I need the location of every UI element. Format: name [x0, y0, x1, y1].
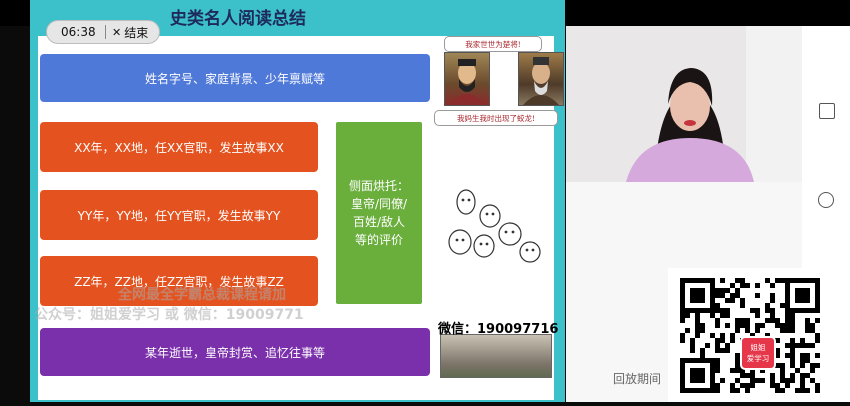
qr-badge-line-1: 姐姐 — [750, 343, 766, 352]
playback-timer[interactable]: 06:38 ✕ 结束 — [46, 20, 160, 44]
side-line-4: 等的评价 — [354, 233, 403, 247]
qr-badge-line-2: 爱学习 — [746, 354, 770, 363]
end-button-label[interactable]: 结束 — [124, 24, 148, 41]
summary-row-death: 某年逝世，皇帝封赏、追忆往事等 — [40, 328, 430, 376]
speech-bubble-bottom: 我妈生我时出现了蛟龙! — [434, 110, 558, 126]
portrait-image-left — [444, 52, 490, 106]
close-icon[interactable]: ✕ — [112, 26, 121, 39]
summary-row-event-yy: YY年，YY地，任YY官职，发生故事YY — [40, 190, 318, 240]
qr-code — [668, 268, 838, 402]
replay-notice: 回放期间 — [613, 372, 662, 386]
qr-logo-badge: 姐姐 爱学习 — [740, 336, 776, 370]
wechat-contact: 微信：190097716 — [438, 322, 559, 337]
portrait-image-right — [518, 52, 564, 106]
recent-apps-icon[interactable] — [819, 103, 835, 119]
teacher-webcam-video — [566, 26, 802, 182]
summary-row-event-xx: XX年，XX地，任XX官职，发生故事XX — [40, 122, 318, 172]
watermark-line-2: 公众号：姐姐爱学习 或 微信：19009771 — [34, 307, 304, 323]
slide-title: 史类名人阅读总结 — [170, 9, 306, 29]
speech-bubble-top: 我家世世为楚将! — [444, 36, 542, 52]
crowd-illustration — [440, 180, 546, 270]
elapsed-time: 06:38 — [61, 25, 96, 39]
side-line-1: 侧面烘托： — [348, 179, 409, 193]
side-evaluation-box: 侧面烘托： 皇帝/同僚/ 百姓/敌人 等的评价 — [336, 122, 422, 304]
watermark-line-1: 全网最全学霸总裁课程请加 — [118, 287, 286, 303]
tomb-photo — [440, 334, 552, 378]
side-line-2: 皇帝/同僚/ — [350, 197, 408, 211]
summary-row-background: 姓名字号、家庭背景、少年禀赋等 — [40, 54, 430, 102]
divider — [105, 25, 106, 39]
home-icon[interactable] — [818, 192, 834, 208]
side-line-3: 百姓/敌人 — [352, 215, 406, 229]
